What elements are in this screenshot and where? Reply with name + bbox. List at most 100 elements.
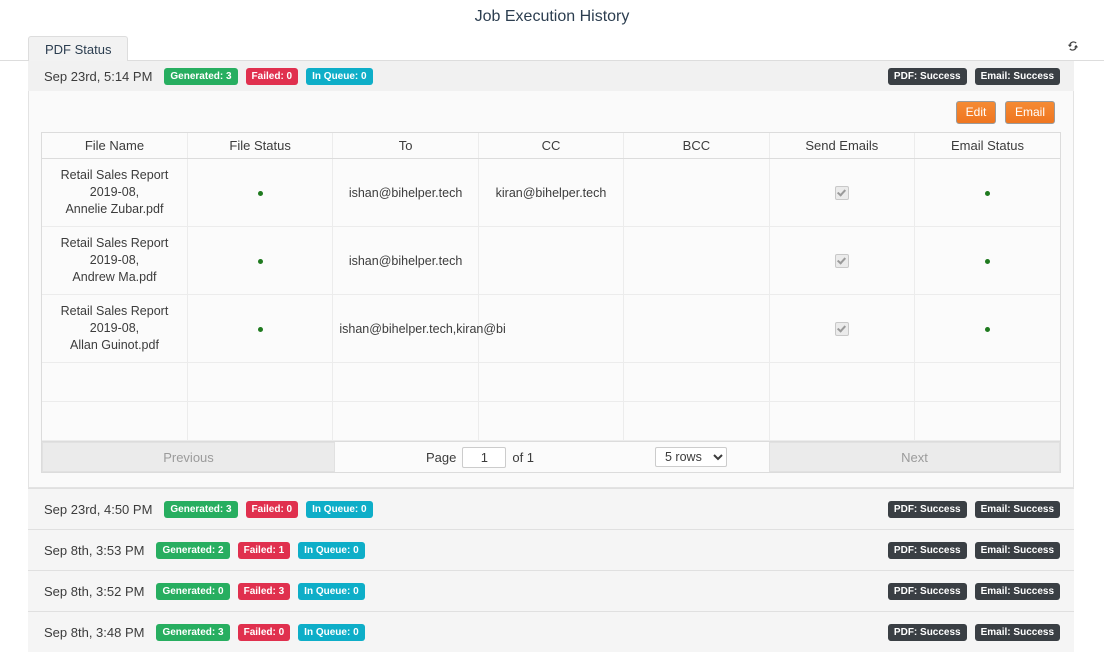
edit-button[interactable]: Edit	[955, 101, 997, 124]
job-time: Sep 23rd, 4:50 PM	[44, 501, 153, 517]
badge-email-status: Email: Success	[974, 500, 1060, 518]
file-name-line2: Annelie Zubar.pdf	[65, 202, 164, 216]
col-send-emails: Send Emails	[769, 133, 916, 159]
badge-in-queue: In Queue: 0	[298, 623, 365, 641]
badge-generated: Generated: 3	[164, 67, 238, 85]
next-page-button[interactable]: Next	[769, 442, 1060, 472]
badge-in-queue: In Queue: 0	[298, 582, 365, 600]
col-cc: CC	[478, 133, 625, 159]
job-header[interactable]: Sep 23rd, 4:50 PM Generated: 3 Failed: 0…	[28, 489, 1074, 529]
file-name-line2: Allan Guinot.pdf	[69, 338, 159, 352]
refresh-icon[interactable]	[1062, 39, 1084, 59]
badge-pdf-status: PDF: Success	[887, 582, 967, 600]
job-status-group: PDF: Success Email: Success	[880, 67, 1060, 85]
cell-bcc	[623, 158, 770, 227]
badge-pdf-status: PDF: Success	[887, 623, 967, 641]
cell-send-emails	[769, 226, 916, 295]
job-time: Sep 8th, 3:48 PM	[44, 624, 145, 640]
job-item: Sep 8th, 3:53 PM Generated: 2 Failed: 1 …	[28, 529, 1074, 570]
cell-file-status	[187, 158, 334, 227]
rows-per-page-select[interactable]: 5 rows 10 rows 25 rows 50 rows	[655, 447, 727, 467]
job-time: Sep 23rd, 5:14 PM	[44, 68, 153, 84]
job-item: Sep 23rd, 4:50 PM Generated: 3 Failed: 0…	[28, 488, 1074, 529]
job-item: Sep 8th, 3:52 PM Generated: 0 Failed: 3 …	[28, 570, 1074, 611]
cell-to: ishan@bihelper.tech,kiran@bi	[332, 294, 506, 363]
badge-pdf-status: PDF: Success	[887, 67, 967, 85]
table-row[interactable]: Retail Sales Report 2019-08, Annelie Zub…	[42, 158, 1060, 227]
cell-send-emails	[769, 158, 916, 227]
job-history-accordion: Sep 23rd, 5:14 PM Generated: 3 Failed: 0…	[28, 61, 1074, 652]
job-header[interactable]: Sep 23rd, 5:14 PM Generated: 3 Failed: 0…	[28, 61, 1074, 91]
badge-generated: Generated: 3	[164, 500, 238, 518]
job-header[interactable]: Sep 8th, 3:53 PM Generated: 2 Failed: 1 …	[28, 530, 1074, 570]
table-row-empty	[42, 362, 1060, 402]
badge-generated: Generated: 0	[156, 582, 230, 600]
job-detail-body: Edit Email File Name File Status To CC B…	[28, 91, 1074, 488]
cell-bcc	[623, 294, 770, 363]
badge-failed: Failed: 0	[245, 67, 299, 85]
cell-file-name: Retail Sales Report 2019-08, Annelie Zub…	[42, 158, 188, 227]
badge-pdf-status: PDF: Success	[887, 500, 967, 518]
detail-action-buttons: Edit Email	[41, 101, 1061, 132]
badge-failed: Failed: 0	[245, 500, 299, 518]
email-status-dot-icon	[985, 190, 991, 196]
job-item: Sep 8th, 3:48 PM Generated: 3 Failed: 0 …	[28, 611, 1074, 652]
send-emails-checkbox[interactable]	[834, 321, 849, 336]
files-table: File Name File Status To CC BCC Send Ema…	[42, 133, 1060, 441]
rows-per-page-group: 5 rows 10 rows 25 rows 50 rows	[625, 442, 757, 472]
cell-cc	[478, 226, 625, 295]
page-total-label: of 1	[512, 449, 535, 465]
col-email-status: Email Status	[914, 133, 1060, 159]
cell-to: ishan@bihelper.tech	[332, 158, 479, 227]
cell-to: ishan@bihelper.tech	[332, 226, 479, 295]
files-table-wrapper: File Name File Status To CC BCC Send Ema…	[41, 132, 1061, 442]
cell-file-status	[187, 294, 334, 363]
job-header[interactable]: Sep 8th, 3:52 PM Generated: 0 Failed: 3 …	[28, 571, 1074, 611]
badge-email-status: Email: Success	[974, 67, 1060, 85]
cell-file-status	[187, 226, 334, 295]
job-item: Sep 23rd, 5:14 PM Generated: 3 Failed: 0…	[28, 61, 1074, 488]
col-bcc: BCC	[623, 133, 770, 159]
job-status-group: PDF: Success Email: Success	[880, 500, 1060, 518]
cell-email-status	[914, 294, 1060, 363]
badge-generated: Generated: 3	[156, 623, 230, 641]
page-number-input[interactable]	[462, 446, 507, 468]
send-emails-checkbox[interactable]	[834, 253, 849, 268]
job-time: Sep 8th, 3:53 PM	[44, 542, 145, 558]
badge-failed: Failed: 0	[237, 623, 291, 641]
page-title: Job Execution History	[474, 8, 630, 25]
cell-file-name: Retail Sales Report 2019-08, Allan Guino…	[42, 294, 188, 363]
cell-email-status	[914, 158, 1060, 227]
pagination-bar: Previous Page of 1 5 rows 10 rows 25 row…	[41, 442, 1061, 473]
col-file-name: File Name	[42, 133, 188, 159]
email-button[interactable]: Email	[1004, 101, 1055, 124]
files-table-body: Retail Sales Report 2019-08, Annelie Zub…	[42, 158, 1060, 441]
cell-file-name: Retail Sales Report 2019-08, Andrew Ma.p…	[42, 226, 188, 295]
tab-pdf-status[interactable]: PDF Status	[28, 36, 129, 64]
status-dot-icon	[257, 326, 263, 332]
badge-email-status: Email: Success	[974, 623, 1060, 641]
job-header[interactable]: Sep 8th, 3:48 PM Generated: 3 Failed: 0 …	[28, 612, 1074, 652]
badge-in-queue: In Queue: 0	[306, 67, 373, 85]
cell-send-emails	[769, 294, 916, 363]
files-table-head: File Name File Status To CC BCC Send Ema…	[42, 133, 1060, 159]
table-row[interactable]: Retail Sales Report 2019-08, Andrew Ma.p…	[42, 226, 1060, 295]
email-status-dot-icon	[985, 258, 991, 264]
tab-strip: PDF Status	[0, 35, 1104, 64]
col-file-status: File Status	[187, 133, 334, 159]
file-name-line1: Retail Sales Report 2019-08,	[60, 304, 169, 335]
badge-in-queue: In Queue: 0	[306, 500, 373, 518]
badge-email-status: Email: Success	[974, 582, 1060, 600]
file-name-line1: Retail Sales Report 2019-08,	[60, 236, 169, 267]
cell-bcc	[623, 226, 770, 295]
page-label: Page	[425, 449, 457, 465]
page-number-group: Page of 1	[335, 442, 625, 472]
file-name-line1: Retail Sales Report 2019-08,	[60, 168, 169, 199]
table-row-empty	[42, 401, 1060, 441]
status-dot-icon	[257, 258, 263, 264]
badge-failed: Failed: 3	[237, 582, 291, 600]
email-status-dot-icon	[985, 326, 991, 332]
previous-page-button[interactable]: Previous	[42, 442, 335, 472]
send-emails-checkbox[interactable]	[834, 185, 849, 200]
table-row[interactable]: Retail Sales Report 2019-08, Allan Guino…	[42, 294, 1060, 363]
